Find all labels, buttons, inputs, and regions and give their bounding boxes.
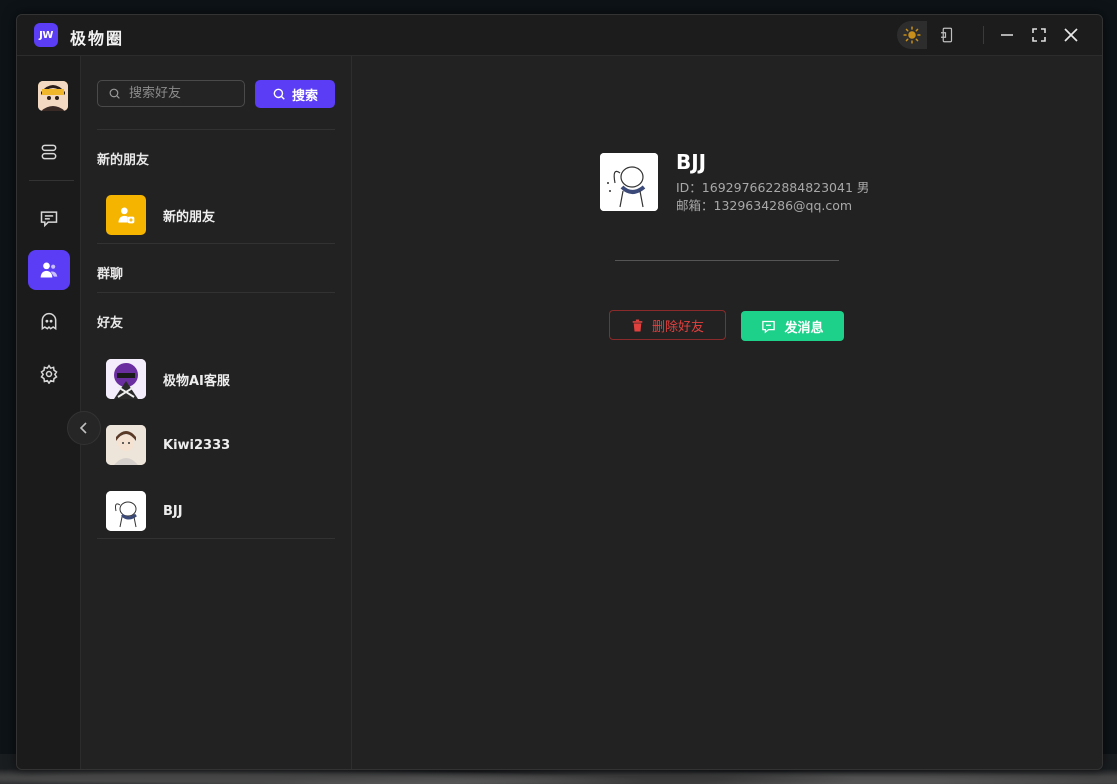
friend-list-item[interactable]: Kiwi2333	[97, 420, 335, 470]
detail-email: 邮箱：1329634286@qq.com	[676, 198, 853, 213]
window-pin-icon	[941, 27, 953, 43]
delete-friend-label: 删除好友	[651, 319, 704, 335]
divider	[97, 243, 335, 244]
bunny-avatar-icon	[106, 491, 146, 531]
add-user-icon	[118, 207, 135, 224]
app-window: JW 极物圈 搜索好友 搜索 新的朋友 新的朋友 群聊 好友 极物AI客服 Ki…	[16, 14, 1103, 770]
close-icon	[1064, 28, 1078, 42]
rail-divider	[29, 180, 74, 181]
rail-contacts-button[interactable]	[28, 250, 70, 290]
search-button[interactable]: 搜索	[255, 80, 335, 108]
pin-window-button[interactable]	[933, 21, 961, 49]
detail-name: BJJ	[676, 150, 707, 174]
trash-icon	[632, 319, 643, 331]
new-friends-header: 新的朋友	[97, 153, 150, 168]
contacts-panel: 搜索 新的朋友 新的朋友 群聊 好友	[81, 56, 352, 769]
detail-id: ID：1692976622884823041 男	[676, 180, 870, 195]
theme-toggle-button[interactable]	[897, 21, 927, 49]
collapse-panel-button[interactable]	[67, 411, 101, 445]
maximize-button[interactable]	[1025, 21, 1053, 49]
friend-name: BJJ	[163, 503, 183, 519]
contacts-icon	[40, 262, 58, 278]
friend-name: 极物AI客服	[163, 373, 230, 389]
friend-name: Kiwi2333	[163, 437, 231, 453]
nav-rail	[17, 56, 81, 769]
title-bar: JW 极物圈	[17, 15, 1102, 56]
detail-divider	[615, 260, 839, 261]
title-bar-divider	[983, 26, 984, 44]
rail-chat-button[interactable]	[28, 198, 70, 238]
send-message-label: 发消息	[784, 320, 824, 336]
rail-settings-button[interactable]	[28, 354, 70, 394]
friends-header: 好友	[97, 316, 124, 331]
app-logo: JW	[34, 23, 58, 47]
anime-avatar-icon	[106, 359, 146, 399]
friend-list-item[interactable]: 极物AI客服	[97, 354, 335, 404]
divider	[97, 538, 335, 539]
detail-avatar	[600, 153, 658, 211]
chevron-left-icon	[79, 422, 87, 434]
friend-list-item[interactable]: BJJ	[97, 486, 335, 536]
avatar-illustration-icon	[38, 81, 68, 111]
app-title: 极物圈	[70, 29, 125, 48]
person-avatar-icon	[106, 425, 146, 465]
rail-server-button[interactable]	[28, 132, 70, 172]
friend-avatar	[106, 425, 146, 465]
user-avatar[interactable]	[38, 81, 68, 111]
new-friends-label: 新的朋友	[163, 209, 216, 225]
message-bubble-icon	[762, 320, 776, 333]
search-icon	[273, 88, 285, 100]
minimize-button[interactable]	[993, 21, 1021, 49]
close-button[interactable]	[1057, 21, 1085, 49]
ghost-icon	[41, 312, 57, 331]
divider	[97, 129, 335, 130]
friend-detail-panel: BJJ ID：1692976622884823041 男 邮箱：13296342…	[352, 56, 1102, 769]
bunny-avatar-icon	[600, 153, 658, 211]
fullscreen-icon	[1032, 28, 1046, 42]
search-icon	[109, 88, 120, 99]
gear-icon	[40, 364, 58, 384]
new-friends-item[interactable]: 新的朋友	[97, 190, 335, 240]
search-input[interactable]	[127, 85, 241, 102]
delete-friend-button[interactable]: 删除好友	[609, 310, 726, 340]
send-message-button[interactable]: 发消息	[741, 311, 844, 341]
sun-icon	[903, 26, 921, 44]
new-friends-avatar	[106, 195, 146, 235]
search-button-label: 搜索	[291, 88, 318, 104]
rail-ghost-button[interactable]	[28, 302, 70, 342]
minimize-icon	[1001, 34, 1013, 36]
divider	[97, 292, 335, 293]
friend-avatar	[106, 491, 146, 531]
friend-avatar	[106, 359, 146, 399]
server-stack-icon	[41, 144, 57, 160]
search-field[interactable]	[97, 80, 245, 107]
chat-bubble-icon	[40, 211, 58, 228]
groups-header[interactable]: 群聊	[97, 263, 123, 282]
